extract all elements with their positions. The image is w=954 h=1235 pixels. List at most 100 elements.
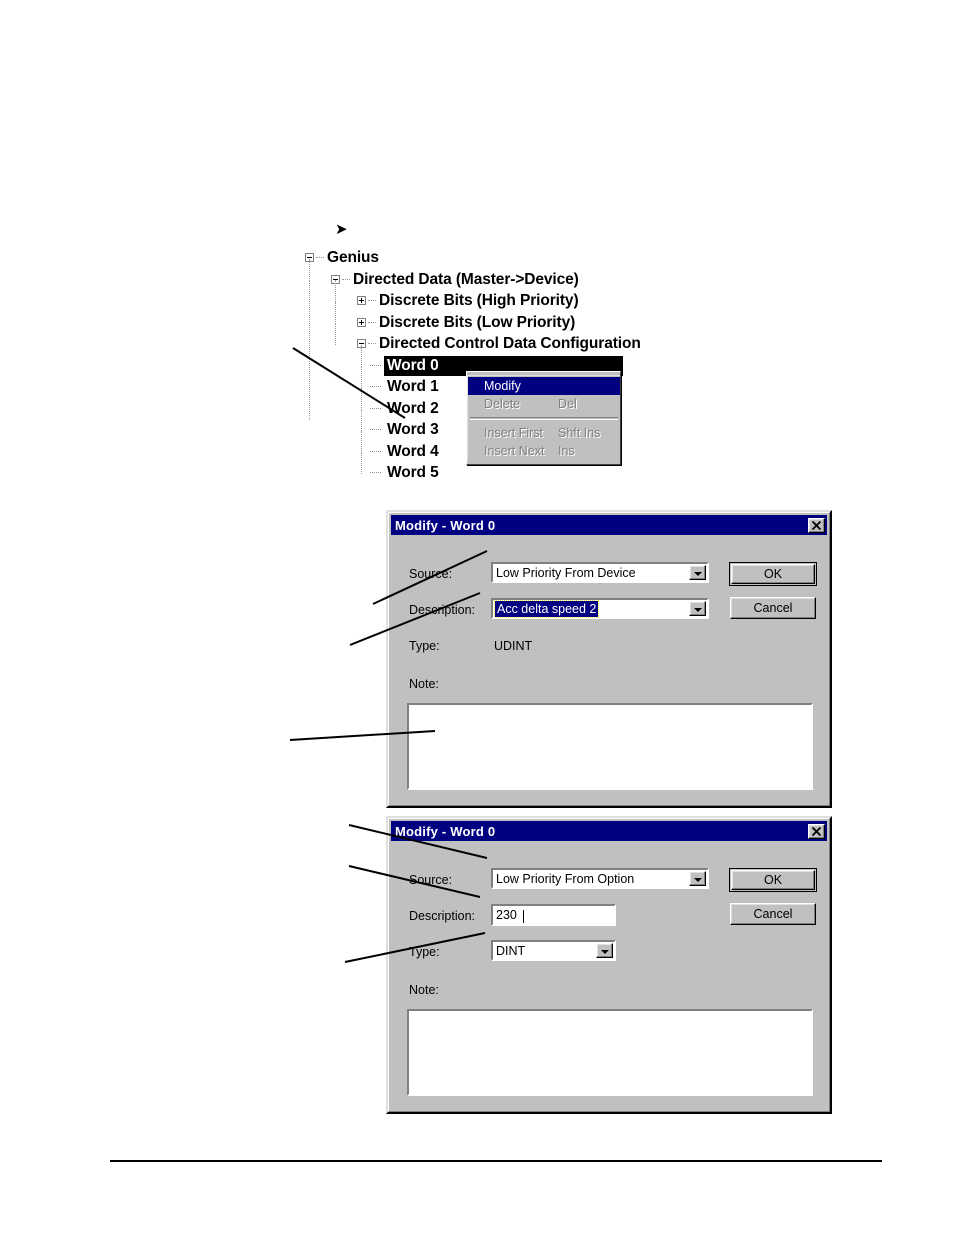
chevron-down-icon[interactable] [596, 943, 613, 958]
note-textarea[interactable] [407, 1009, 813, 1096]
source-combobox[interactable]: Low Priority From Option [491, 868, 709, 889]
description-input[interactable]: 230 [491, 904, 616, 926]
type-value: DINT [496, 944, 526, 958]
tree-connector [368, 300, 376, 302]
tree-item-label: Word 5 [387, 464, 439, 481]
cancel-button[interactable]: Cancel [730, 597, 816, 619]
dialog-frame: Modify - Word 0 Source: Low Priority Fro… [388, 818, 830, 1112]
tree-connector [368, 343, 376, 345]
tree-connector [370, 472, 381, 474]
modify-word-dialog-2[interactable]: Modify - Word 0 Source: Low Priority Fro… [386, 816, 832, 1114]
tree-item-label: Word 2 [387, 399, 439, 417]
tree-connector [361, 409, 362, 431]
tree-connector [335, 280, 336, 302]
menu-item-accelerator: Del [558, 397, 577, 411]
description-combobox[interactable]: Acc delta speed 2 [491, 598, 709, 619]
tree-connector [335, 323, 336, 345]
tree-item-label: Word 3 [387, 421, 439, 438]
note-textarea[interactable] [407, 703, 813, 790]
tree-connector [368, 321, 376, 324]
tree-connector [370, 429, 381, 431]
tree-connector [361, 430, 362, 453]
description-value: 230 [496, 908, 517, 922]
ok-button[interactable]: OK [729, 562, 817, 586]
tree-item-label: Word 1 [387, 378, 439, 395]
type-label: Type: [409, 639, 440, 653]
chevron-down-icon[interactable] [689, 565, 706, 580]
close-icon[interactable] [808, 823, 825, 839]
context-menu-inner: Modify Delete Del Insert First Shft Ins … [467, 375, 620, 461]
tree-node-directed-control-data-configuration[interactable]: Directed Control Data Configuration [305, 323, 725, 356]
dialog-body: Source: Low Priority From Option Descrip… [391, 841, 827, 1109]
chevron-down-icon[interactable] [689, 601, 706, 616]
description-label: Description: [409, 603, 475, 617]
tree-connector [361, 366, 362, 388]
source-value: Low Priority From Device [496, 566, 636, 580]
type-value: UDINT [494, 639, 533, 653]
tree-node-discrete-bits-high[interactable]: Discrete Bits (High Priority) [305, 280, 725, 420]
tree-node-directed-data[interactable]: Directed Data (Master->Device) [305, 258, 725, 292]
menu-item-label: Delete [484, 397, 521, 411]
cancel-button[interactable]: Cancel [730, 903, 816, 925]
tree-connector [370, 407, 381, 410]
context-menu[interactable]: Modify Delete Del Insert First Shft Ins … [466, 371, 621, 465]
tree-connector [316, 257, 324, 259]
tree-node-genius[interactable]: Genius [305, 248, 725, 270]
tree-node-label: Discrete Bits (Low Priority) [379, 313, 576, 331]
tree-connector [309, 258, 310, 281]
bullet-row: ➤ [305, 218, 725, 248]
tree-connector [335, 301, 336, 324]
dialog-titlebar[interactable]: Modify - Word 0 [391, 515, 827, 535]
tree-node-label: Directed Data (Master->Device) [353, 270, 579, 288]
tree-connector [370, 386, 381, 388]
footer-divider [110, 1160, 882, 1162]
tree-connector [342, 278, 350, 281]
tree-node-label: Genius [327, 249, 379, 266]
chevron-down-icon[interactable] [689, 871, 706, 886]
tree-connector [370, 450, 381, 453]
document-page: ➤ Genius Directed Data (Master->Device) … [0, 0, 954, 1235]
tree-connector [361, 344, 362, 367]
dialog-title: Modify - Word 0 [395, 823, 496, 839]
tree-connector [370, 364, 381, 367]
source-combobox[interactable]: Low Priority From Device [491, 562, 709, 583]
modify-word-dialog-1[interactable]: Modify - Word 0 Source: Low Priority Fro… [386, 510, 832, 808]
menu-item-insert-first[interactable]: Insert First Shft Ins [468, 424, 620, 442]
source-label: Source: [409, 873, 453, 887]
tree-node-label: Discrete Bits (High Priority) [379, 292, 579, 309]
type-label: Type: [409, 945, 440, 959]
tree-node-label: Directed Control Data Configuration [379, 335, 641, 352]
menu-item-label: Modify [484, 379, 521, 393]
menu-item-accelerator: Shft Ins [558, 426, 601, 440]
menu-item-delete[interactable]: Delete Del [468, 395, 620, 413]
dialog-frame: Modify - Word 0 Source: Low Priority Fro… [388, 512, 830, 806]
tree-connector [361, 452, 362, 474]
dialog-titlebar[interactable]: Modify - Word 0 [391, 821, 827, 841]
tree-connector [361, 387, 362, 410]
note-label: Note: [409, 983, 439, 997]
description-label: Description: [409, 909, 475, 923]
menu-item-modify[interactable]: Modify [468, 377, 620, 395]
ok-button[interactable]: OK [729, 868, 817, 892]
menu-item-insert-next[interactable]: Insert Next Ins [468, 442, 620, 460]
menu-item-accelerator: Ins [558, 444, 575, 458]
expand-plus-icon[interactable] [357, 317, 366, 327]
tree-item-label: Word 4 [387, 442, 439, 460]
ok-button-label: OK [731, 870, 815, 890]
dialog-title: Modify - Word 0 [395, 517, 496, 533]
tree-node-discrete-bits-low[interactable]: Discrete Bits (Low Priority) [305, 301, 725, 335]
menu-separator [470, 417, 618, 420]
close-icon[interactable] [808, 517, 825, 533]
tree-item-word-5[interactable]: Word 5 [305, 452, 725, 485]
text-caret [523, 910, 524, 923]
arrow-bullet-icon: ➤ [335, 220, 348, 238]
menu-item-label: Insert First [484, 426, 544, 440]
type-combobox[interactable]: DINT [491, 940, 616, 961]
menu-item-label: Insert Next [484, 444, 545, 458]
ok-button-label: OK [731, 564, 815, 584]
expand-plus-icon[interactable] [357, 296, 366, 305]
note-label: Note: [409, 677, 439, 691]
dialog-body: Source: Low Priority From Device Descrip… [391, 535, 827, 803]
source-value: Low Priority From Option [496, 872, 635, 886]
source-label: Source: [409, 567, 453, 581]
